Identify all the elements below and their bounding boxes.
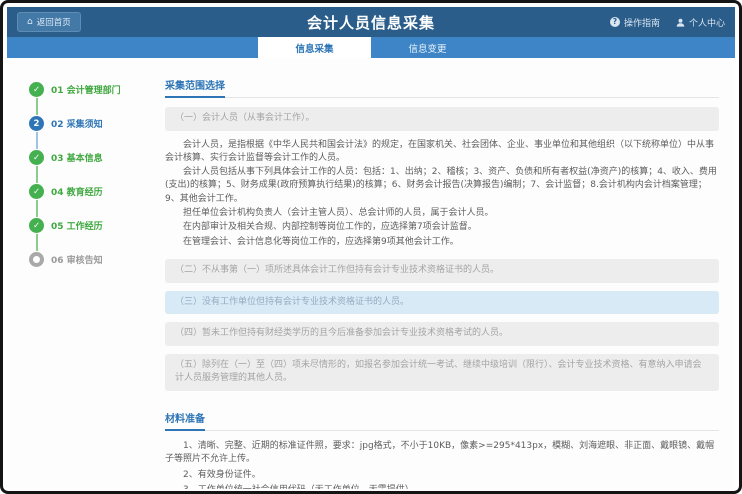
step-connector [36, 98, 38, 115]
scope-option-2[interactable]: （二）不从事第（一）项所述具体会计工作但持有会计专业技术资格证书的人员。 [165, 259, 719, 283]
step-connector [36, 234, 38, 251]
step-basic-info[interactable]: ✓ 03 基本信息 [29, 150, 147, 165]
tab-info-collect[interactable]: 信息采集 [258, 37, 371, 58]
pending-circle-icon [29, 252, 44, 267]
step-number: 03 [51, 154, 64, 164]
scope-paragraph: 在管理会计、会计信息化等岗位工作的，应选择第9项其他会计工作。 [165, 236, 719, 249]
guide-link-label: 操作指南 [624, 16, 660, 29]
step-label: 教育经历 [67, 188, 103, 198]
step-label: 会计管理部门 [67, 86, 121, 96]
step-connector [36, 166, 38, 183]
main-panel: 采集范围选择 （一）会计人员（从事会计工作）。 会计人员，是指根据《中华人民共和… [147, 58, 735, 489]
step-label: 审核告知 [67, 256, 103, 266]
home-button-label: 返回首页 [37, 16, 71, 28]
materials-section-title: 材料准备 [165, 410, 205, 431]
scope-description: 会计人员，是指根据《中华人民共和国会计法》的规定，在国家机关、社会团体、企业、事… [165, 139, 719, 250]
step-label: 采集须知 [67, 120, 103, 130]
step-number: 06 [51, 256, 64, 266]
scope-option-4[interactable]: （四）暂未工作但持有财经类学历的且今后准备参加会计专业技术资格考试的人员。 [165, 322, 719, 346]
scope-paragraph: 在内部审计及相关合规、内部控制等岗位工作的，应选择第7项会计监督。 [165, 221, 719, 234]
step-work-history[interactable]: ✓ 05 工作经历 [29, 218, 147, 233]
question-icon: ? [610, 17, 620, 27]
tab-bar: 信息采集 信息变更 [7, 37, 735, 58]
step-number: 05 [51, 222, 64, 232]
material-item: 2、有效身份证件。 [165, 469, 719, 483]
header-bar: ⌂ 返回首页 会计人员信息采集 ? 操作指南 个人中心 [7, 7, 735, 37]
scope-option-1[interactable]: （一）会计人员（从事会计工作）。 [165, 107, 719, 131]
check-circle-icon: ✓ [29, 184, 44, 199]
step-number: 04 [51, 188, 64, 198]
step-collection-notice[interactable]: 2 02 采集须知 [29, 116, 147, 131]
material-item: 3、工作单位统一社会信用代码（无工作单位、无需提供）。 [165, 484, 719, 489]
step-label: 基本信息 [67, 154, 103, 164]
check-circle-icon: ✓ [29, 218, 44, 233]
step-review-notice[interactable]: 06 审核告知 [29, 252, 147, 267]
scope-option-5[interactable]: （五）除列在（一）至（四）项未尽情形的，如报名参加会计统一考试、继续中级培训（限… [165, 354, 719, 391]
scope-paragraph: 会计人员，是指根据《中华人民共和国会计法》的规定，在国家机关、社会团体、企业、事… [165, 139, 719, 166]
content-area: ✓ 01 会计管理部门 2 02 采集须知 ✓ 03 基本信息 ✓ 04 教育经… [7, 58, 735, 489]
step-number: 02 [51, 120, 64, 130]
step-accounting-department[interactable]: ✓ 01 会计管理部门 [29, 82, 147, 97]
scope-option-3[interactable]: （三）没有工作单位但持有会计专业技术资格证书的人员。 [165, 291, 719, 315]
tab-info-change[interactable]: 信息变更 [371, 37, 484, 58]
step-label: 工作经历 [67, 222, 103, 232]
profile-link-label: 个人中心 [689, 16, 725, 29]
home-icon: ⌂ [27, 18, 33, 27]
step-connector [36, 200, 38, 217]
guide-link[interactable]: ? 操作指南 [610, 16, 660, 29]
step-connector [36, 132, 38, 149]
step-number-icon: 2 [29, 116, 44, 131]
scope-paragraph: 担任单位会计机构负责人（会计主管人员）、总会计师的人员，属于会计人员。 [165, 207, 719, 220]
home-button[interactable]: ⌂ 返回首页 [17, 12, 81, 32]
check-circle-icon: ✓ [29, 150, 44, 165]
person-icon [676, 18, 685, 27]
steps-sidebar: ✓ 01 会计管理部门 2 02 采集须知 ✓ 03 基本信息 ✓ 04 教育经… [7, 58, 147, 489]
scope-paragraph: 会计人员包括从事下列具体会计工作的人员：包括：1、出纳；2、稽核；3、资产、负债… [165, 166, 719, 206]
scope-section-title: 采集范围选择 [165, 77, 225, 98]
header-actions: ? 操作指南 个人中心 [610, 16, 725, 29]
step-education-history[interactable]: ✓ 04 教育经历 [29, 184, 147, 199]
app-window: ⌂ 返回首页 会计人员信息采集 ? 操作指南 个人中心 信息采集 信息变更 ✓ [0, 0, 742, 494]
check-circle-icon: ✓ [29, 82, 44, 97]
profile-link[interactable]: 个人中心 [676, 16, 725, 29]
step-number: 01 [51, 86, 64, 96]
material-item: 1、清晰、完整、近期的标准证件照，要求：jpg格式，不小于10KB，像素>=29… [165, 440, 719, 467]
